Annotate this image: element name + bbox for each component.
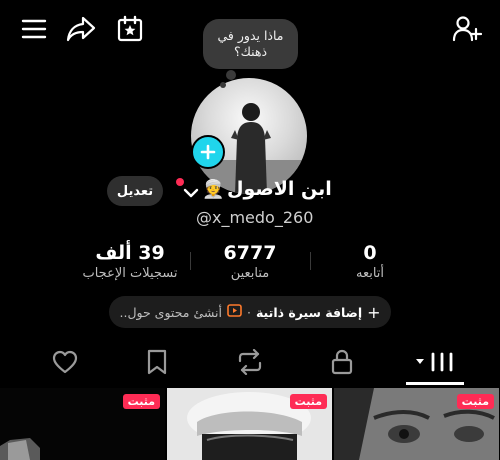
add-friend-icon[interactable] [450,12,484,46]
tab-reposts[interactable] [224,344,276,380]
plus-icon [200,144,216,160]
bio-actions-pill[interactable]: + إضافة سيرة ذاتية · أنشئ محتوى حول.. [109,296,391,328]
active-tab-indicator [406,382,464,385]
create-content-icon [227,304,242,320]
profile-tabs [0,344,500,384]
stat-followers[interactable]: 6777 متابعين [190,242,310,281]
bio-separator: · [246,304,251,320]
calendar-star-icon[interactable] [113,12,147,46]
display-name-emoji: 👳 [202,179,225,200]
stat-following-label: أتابعه [355,266,385,281]
stat-likes-label: تسجيلات الإعجاب [82,266,178,281]
tab-private[interactable] [316,344,368,380]
lock-icon [331,349,353,375]
stat-likes[interactable]: 39 ألف تسجيلات الإعجاب [70,242,190,281]
chevron-down-icon[interactable] [183,184,199,203]
add-bio-plus: + [367,302,381,322]
stat-following-value: 0 [363,242,377,264]
video-thumbnail[interactable]: مثبت [167,388,332,460]
repost-icon [238,349,262,375]
profile-name-row: ابن الاصول 👳 [0,178,500,206]
create-content-label[interactable]: أنشئ محتوى حول.. [120,305,222,320]
pinned-badge: مثبت [456,394,494,409]
display-name[interactable]: ابن الاصول [227,178,332,200]
heart-icon [52,350,78,374]
video-thumbnail[interactable]: مثبت [334,388,499,460]
menu-icon[interactable] [17,12,51,46]
tab-saved[interactable] [131,344,183,380]
add-avatar-button[interactable] [191,135,225,169]
tab-liked[interactable] [39,344,91,380]
notification-dot [176,178,184,186]
edit-profile-button[interactable]: تعديل [107,176,163,206]
stat-followers-label: متابعين [230,266,270,281]
stat-likes-value: 39 ألف [95,242,165,264]
add-bio-label[interactable]: إضافة سيرة ذاتية [256,305,362,320]
bubble-tail [226,70,236,80]
bubble-tail-small [220,82,226,88]
bookmark-icon [147,349,167,375]
username-handle: @x_medo_260 [196,208,314,227]
video-thumbnail[interactable]: مثبت [0,388,165,460]
share-icon[interactable] [64,12,98,46]
stat-following[interactable]: 0 أتابعه [310,242,430,281]
tab-videos[interactable] [409,344,461,380]
pinned-badge: مثبت [122,394,160,409]
pinned-badge: مثبت [289,394,327,409]
grid-icon [416,352,453,372]
stat-followers-value: 6777 [223,242,277,264]
thought-bubble-text: ماذا يدور في ذهنك؟ [217,28,284,59]
thought-bubble[interactable]: ماذا يدور في ذهنك؟ [203,19,298,69]
